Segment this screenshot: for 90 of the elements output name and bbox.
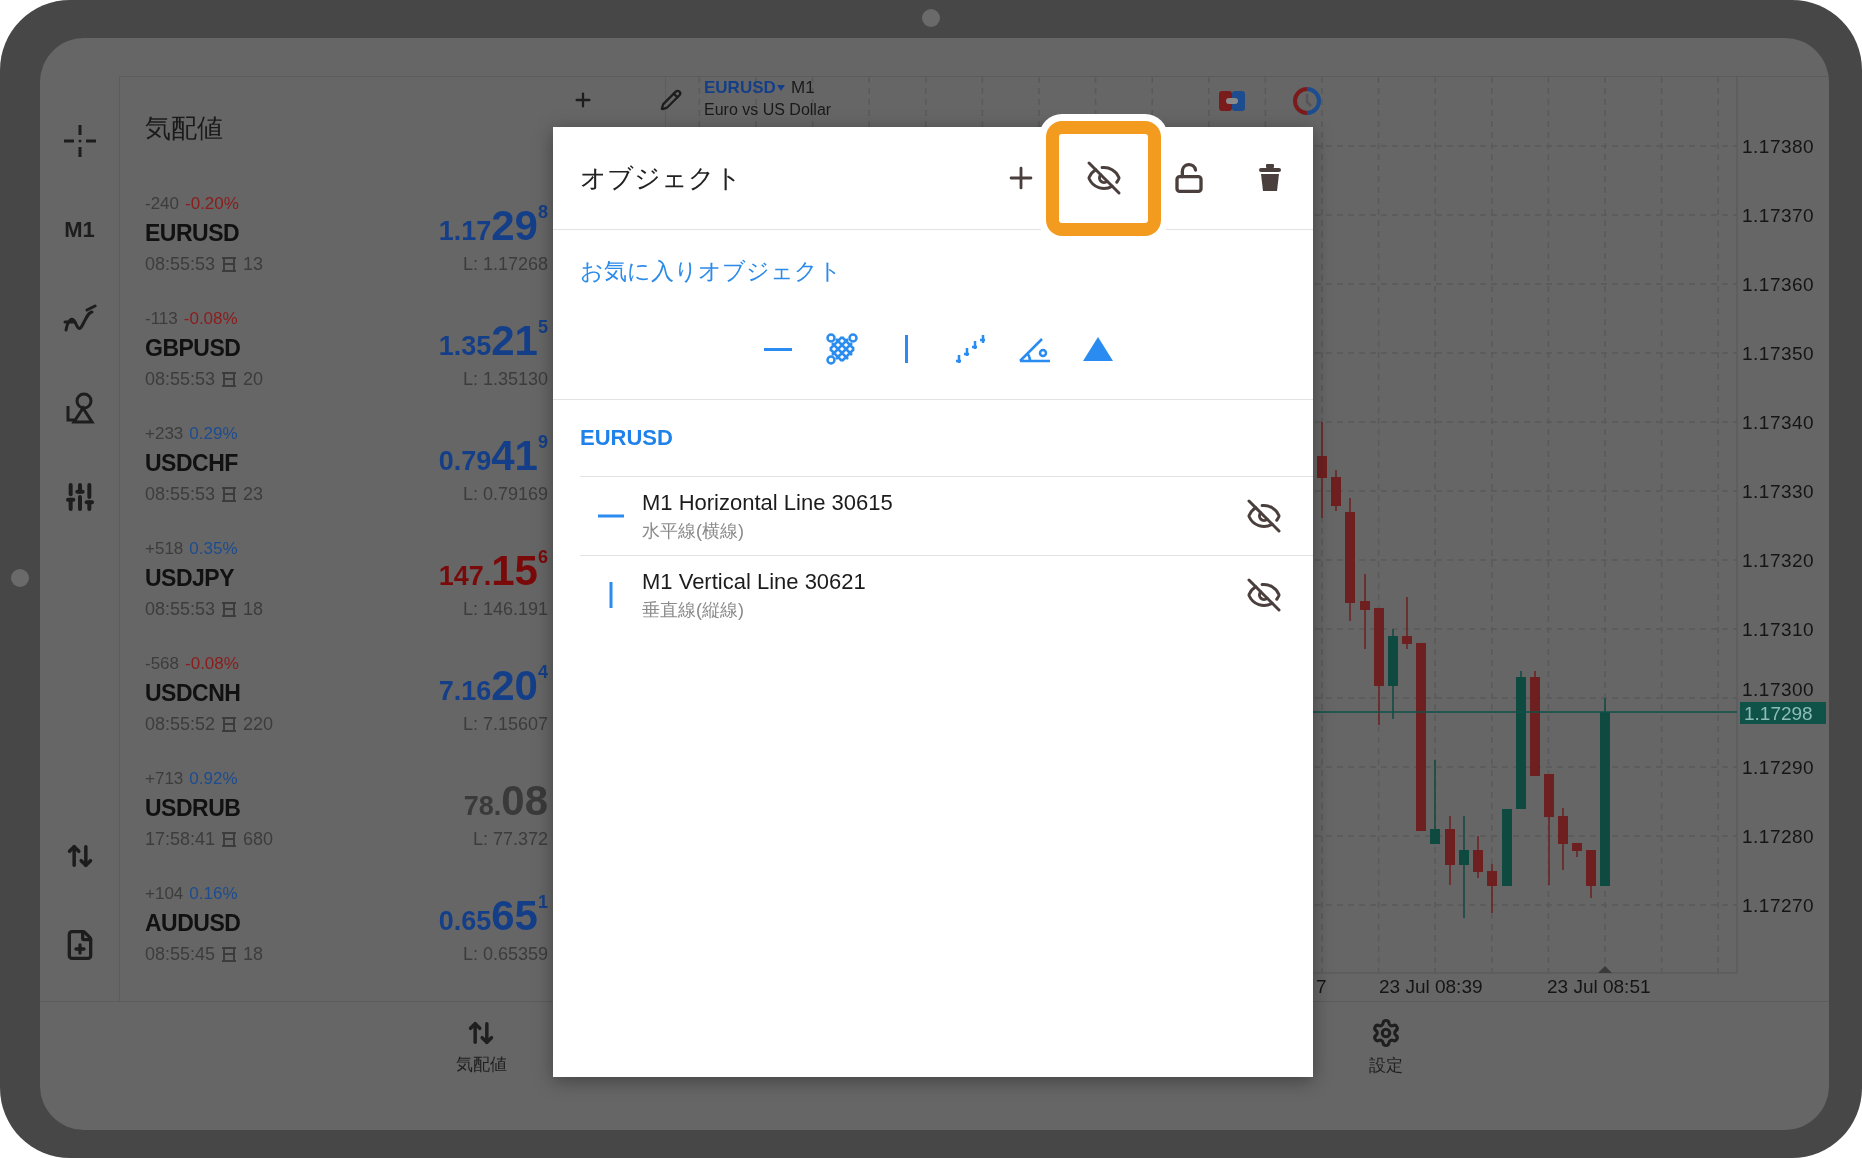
crosshair-icon xyxy=(62,123,97,158)
price-axis-label: 1.17350 xyxy=(1742,343,1815,364)
eye-off-icon xyxy=(1085,160,1122,196)
edit-icon[interactable] xyxy=(660,89,682,111)
eye-off-icon xyxy=(1246,577,1282,613)
price-axis-label: 1.17300 xyxy=(1742,679,1815,700)
timeframe-button[interactable]: M1 xyxy=(40,185,119,274)
price-axis-label: 1.17370 xyxy=(1742,205,1815,226)
object-name[interactable]: M1 Vertical Line 30621 xyxy=(642,568,1229,595)
chart-description: Euro vs US Dollar xyxy=(704,101,832,118)
price-axis-label: 1.17310 xyxy=(1742,619,1815,640)
spread-icon xyxy=(221,946,238,962)
symbol-name: USDCNH xyxy=(145,679,242,707)
change-percent: -0.08% xyxy=(183,309,238,329)
bid-price: 147.15$^{6}$ xyxy=(438,548,548,594)
symbol-name: USDJPY xyxy=(145,564,236,592)
change-percent: 0.35% xyxy=(189,539,238,559)
candlestick xyxy=(1331,469,1341,512)
candlestick xyxy=(1558,807,1568,871)
time-axis-label: 7 xyxy=(1316,976,1327,997)
spread-icon xyxy=(221,371,238,387)
price-axis-label: 1.17320 xyxy=(1742,550,1815,571)
price-axis-label: 1.17280 xyxy=(1742,826,1815,847)
chart-symbol: EURUSD xyxy=(704,78,776,97)
dialog-title: オブジェクト xyxy=(580,161,743,195)
object-name[interactable]: M1 Horizontal Line 30615 xyxy=(642,489,1229,516)
time-axis-label: 23 Jul 08:51 xyxy=(1547,976,1651,997)
symbol-name: USDRUB xyxy=(145,794,242,822)
camera-dot-icon xyxy=(922,9,940,27)
nav-tab[interactable]: 気配値 xyxy=(421,1002,541,1093)
one-click-trading-icon xyxy=(1219,91,1245,111)
price-axis-label: 1.17330 xyxy=(1742,481,1815,502)
candlestick xyxy=(1572,842,1582,858)
angle-icon xyxy=(1018,335,1050,363)
bid-price: 1.3521$^{5}$ xyxy=(438,318,548,364)
horizontal-line-icon xyxy=(764,347,792,351)
symbol-name: AUDUSD xyxy=(145,909,242,937)
candlestick xyxy=(1586,849,1596,899)
symbol-name: USDCHF xyxy=(145,449,239,477)
candlestick xyxy=(1445,815,1455,886)
change-percent: -0.08% xyxy=(185,654,239,674)
spread-icon xyxy=(221,831,238,847)
time-axis-label: 23 Jul 08:39 xyxy=(1379,976,1483,997)
spread-icon xyxy=(221,256,238,272)
change-percent: 0.16% xyxy=(189,884,238,904)
caret-icon xyxy=(777,85,785,91)
bid-price: 0.6565$^{1}$ xyxy=(438,893,548,939)
spread-icon xyxy=(221,486,238,502)
grid-icon xyxy=(826,333,858,365)
change-percent: 0.92% xyxy=(189,769,238,789)
vertical-line-icon xyxy=(904,335,908,363)
change-percent: -0.20% xyxy=(185,194,239,214)
trash-icon xyxy=(1258,164,1282,192)
candlestick xyxy=(1402,596,1412,650)
chart-timeframe: M1 xyxy=(791,78,815,97)
symbol-name: GBPUSD xyxy=(145,334,242,362)
indicator-icon xyxy=(62,303,97,334)
change-percent: 0.29% xyxy=(189,424,238,444)
nav-tab[interactable]: 設定 xyxy=(1326,1002,1446,1093)
spread-icon xyxy=(221,716,238,732)
price-axis-label: 1.17340 xyxy=(1742,412,1815,433)
candlestick xyxy=(1487,863,1497,914)
price-axis-label: 1.17360 xyxy=(1742,274,1815,295)
settings-icon xyxy=(1371,1018,1401,1048)
sliders-icon xyxy=(63,480,96,513)
unlock-icon xyxy=(1173,162,1205,194)
horizontal-line-icon xyxy=(598,514,624,518)
triangle-icon xyxy=(1083,337,1113,361)
bid-price: 7.1620$^{4}$ xyxy=(438,663,548,709)
time-marker-icon xyxy=(1598,966,1612,973)
candlestick xyxy=(1473,835,1483,879)
stairs-icon xyxy=(954,335,986,363)
bid-price: 0.7941$^{9}$ xyxy=(438,433,548,479)
side-dot-icon xyxy=(11,569,29,587)
group-title: EURUSD xyxy=(580,425,673,451)
price-axis-label: 1.17270 xyxy=(1742,895,1815,916)
favorites-link[interactable]: お気に入りオブジェクト xyxy=(580,256,842,287)
grid-tool[interactable] xyxy=(824,331,860,367)
current-price-tag: 1.17298 xyxy=(1740,702,1826,724)
spread-icon xyxy=(221,601,238,617)
object-type: 水平線(横線) xyxy=(642,519,745,543)
eye-off-icon xyxy=(1246,498,1282,534)
panel-title: 気配値 xyxy=(145,111,223,145)
bid-price: 1.1729$^{8}$ xyxy=(438,203,548,249)
object-type: 垂直線(縦線) xyxy=(642,598,745,622)
price-axis-label: 1.17290 xyxy=(1742,757,1815,778)
vertical-line-icon xyxy=(609,582,613,608)
symbol-name: EURUSD xyxy=(145,219,241,247)
arrows-icon xyxy=(467,1019,495,1047)
price-axis-label: 1.17380 xyxy=(1742,136,1815,157)
